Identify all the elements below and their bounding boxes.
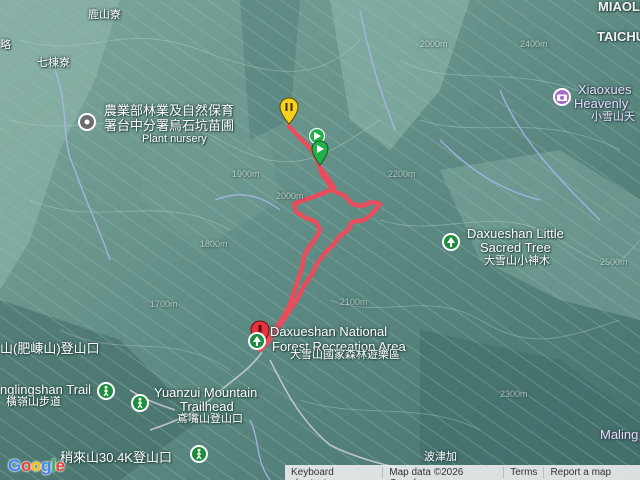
- elevation-label: 1800m: [200, 239, 228, 249]
- poi-label[interactable]: Daxueshan Little: [467, 227, 564, 240]
- poi-label[interactable]: 稍來山30.4K登山口: [60, 451, 172, 464]
- poi-label[interactable]: Maling: [600, 428, 638, 441]
- hiker-icon[interactable]: [190, 445, 208, 463]
- poi-label[interactable]: 署台中分署烏石坑苗圃: [104, 119, 234, 132]
- hiker-icon[interactable]: [97, 382, 115, 400]
- poi-label: 橫嶺山步道: [6, 396, 61, 408]
- camera-icon[interactable]: [553, 88, 571, 106]
- poi-label[interactable]: Heavenly: [574, 97, 628, 110]
- poi-label[interactable]: Yuanzui Mountain: [154, 386, 257, 399]
- place-label: 七棟寮: [37, 57, 70, 69]
- map-canvas[interactable]: 鹿山寮 略 七棟寮 農業部林業及自然保育 署台中分署烏石坑苗圃 Plant nu…: [0, 0, 640, 480]
- terms-link[interactable]: Terms: [503, 467, 543, 478]
- poi-label[interactable]: 山(肥崠山)登山口: [0, 342, 100, 355]
- poi-label: Plant nursery: [142, 133, 207, 145]
- elevation-label: 2000m: [276, 191, 304, 201]
- elevation-label: 1900m: [232, 169, 260, 179]
- attribution-bar: Keyboard shortcuts Map data ©2026 Google…: [285, 465, 640, 480]
- hiker-icon[interactable]: [131, 394, 149, 412]
- google-logo: Google: [8, 456, 65, 475]
- place-label: 略: [0, 39, 11, 51]
- poi-label[interactable]: Xiaoxues: [578, 83, 631, 96]
- city-label: TAICHU: [597, 29, 640, 44]
- tree-icon[interactable]: [442, 233, 460, 251]
- poi-label[interactable]: Trailhead: [180, 400, 234, 413]
- poi-label[interactable]: Sacred Tree: [480, 241, 551, 254]
- place-label: 鹿山寮: [88, 9, 121, 21]
- elevation-label: 1700m: [150, 299, 178, 309]
- poi-label: 大雪山國家森林遊樂區: [290, 349, 400, 361]
- poi-label: 大雪山小神木: [484, 255, 550, 267]
- city-label: MIAOLI: [598, 0, 640, 14]
- poi-label[interactable]: nglingshan Trail: [0, 383, 91, 396]
- elevation-label: 2100m: [340, 297, 368, 307]
- keyboard-shortcuts-link[interactable]: Keyboard shortcuts: [285, 467, 382, 480]
- elevation-label: 2000m: [420, 39, 448, 49]
- poi-label[interactable]: Daxueshan National: [270, 325, 387, 338]
- poi-label: 鳶嘴山登山口: [177, 413, 243, 425]
- elevation-label: 2300m: [500, 389, 528, 399]
- elevation-label: 2500m: [600, 257, 628, 267]
- nursery-pin-icon[interactable]: [78, 113, 96, 131]
- waypoint-pin-icon[interactable]: [311, 140, 329, 171]
- start-pin-icon[interactable]: [279, 97, 299, 130]
- elevation-label: 2200m: [388, 169, 416, 179]
- poi-label[interactable]: 農業部林業及自然保育: [104, 104, 234, 117]
- tree-icon[interactable]: [248, 332, 266, 350]
- report-error-link[interactable]: Report a map error: [543, 467, 640, 480]
- map-data-text: Map data ©2026 Google: [382, 467, 503, 480]
- elevation-label: 2400m: [520, 39, 548, 49]
- place-label: 波津加: [424, 451, 457, 463]
- poi-label: 小雪山天: [591, 111, 635, 123]
